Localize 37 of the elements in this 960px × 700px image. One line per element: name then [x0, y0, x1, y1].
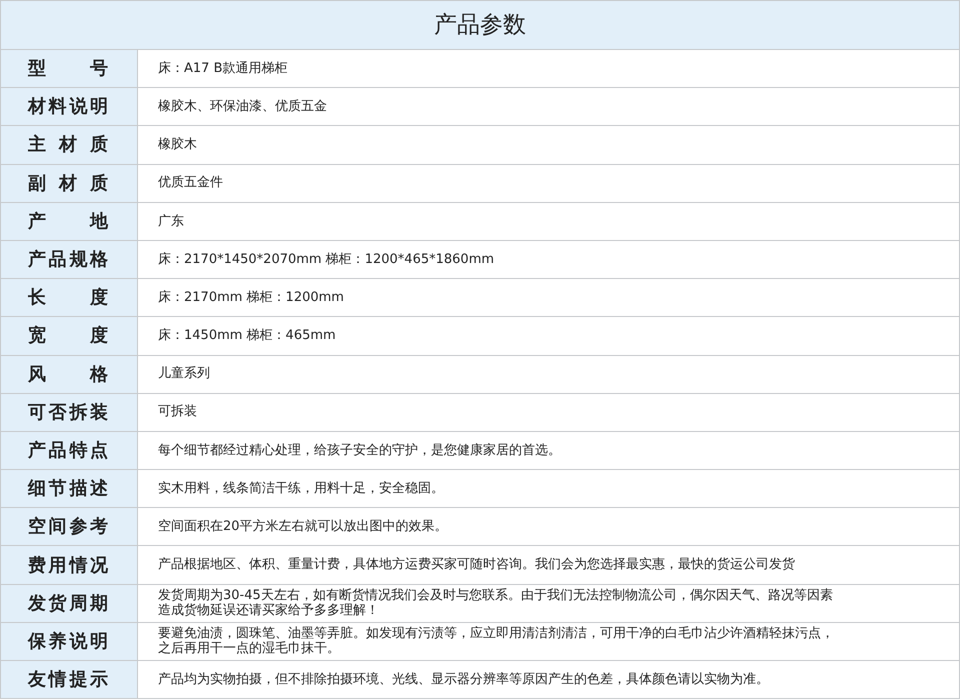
row-value: 儿童系列 [158, 366, 211, 382]
row-value: 产品根据地区、体积、重量计费，具体地方运费买家可随时咨询。我们会为您选择最实惠，最快的货运公司发货 [158, 557, 796, 573]
row-label: 副 材 质 [28, 172, 108, 196]
row-label: 产品规格 [28, 248, 108, 272]
row-value: 床：1450mm 梯柜：465mm [158, 328, 337, 344]
row-value: 床：2170*1450*2070mm 梯柜：1200*465*1860mm [158, 252, 496, 268]
row-label: 材料说明 [28, 95, 108, 120]
table-title: 产品参数 [434, 12, 526, 38]
row-value: 要避免油渍，圆珠笔、油墨等弄脏。如发现有污渍等，应立即用清洁剂清洁，可用干净的白毛巾沾少许酒精轻抹污点， [158, 626, 835, 641]
row-value: 橡胶木、环保油漆、优质五金 [158, 98, 328, 115]
row-label: 空间参考 [28, 515, 108, 540]
row-value: 可拆装 [158, 404, 198, 420]
row-value: 橡胶木 [158, 137, 198, 153]
row-value: 空间面积在20平方米左右就可以放出图中的效果。 [158, 519, 449, 535]
row-value: 实木用料，线条简洁干练，用料十足，安全稳固。 [158, 480, 445, 496]
row-value: 之后再用干一点的湿毛巾抹干。 [158, 641, 341, 657]
row-value: 床：A17 B款通用梯柜 [158, 60, 288, 76]
row-label: 主 材 质 [28, 133, 108, 158]
row-label: 可否拆装 [28, 400, 108, 425]
row-value: 发货周期为30-45天左右，如有断货情况我们会及时与您联系。由于我们无法控制物流公司，偶尔因天气、路况等因素 [158, 588, 834, 603]
row-label: 风 格 [28, 362, 108, 387]
row-label: 长 度 [28, 286, 108, 310]
row-value: 广东 [158, 214, 185, 230]
row-value: 造成货物延误还请买家给予多多理解！ [158, 603, 380, 619]
row-value: 产品均为实物拍摄，但不排除拍摄环境、光线、显示器分辨率等原因产生的色差，具体颜色请以实物为准。 [158, 672, 770, 688]
row-label: 型 号 [28, 57, 108, 82]
row-label: 费用情况 [28, 554, 108, 578]
row-label: 产品特点 [28, 438, 108, 463]
row-label: 产 地 [28, 210, 108, 234]
row-label: 发货周期 [28, 592, 108, 616]
row-label: 宽 度 [28, 324, 108, 348]
row-value: 床：2170mm 梯柜：1200mm [158, 290, 345, 306]
row-label: 保养说明 [28, 630, 108, 654]
row-value: 优质五金件 [158, 175, 224, 191]
row-label: 友情提示 [28, 668, 108, 692]
row-label: 细节描述 [28, 477, 108, 502]
row-value: 每个细节都经过精心处理，给孩子安全的守护，是您健康家居的首选。 [158, 442, 562, 458]
